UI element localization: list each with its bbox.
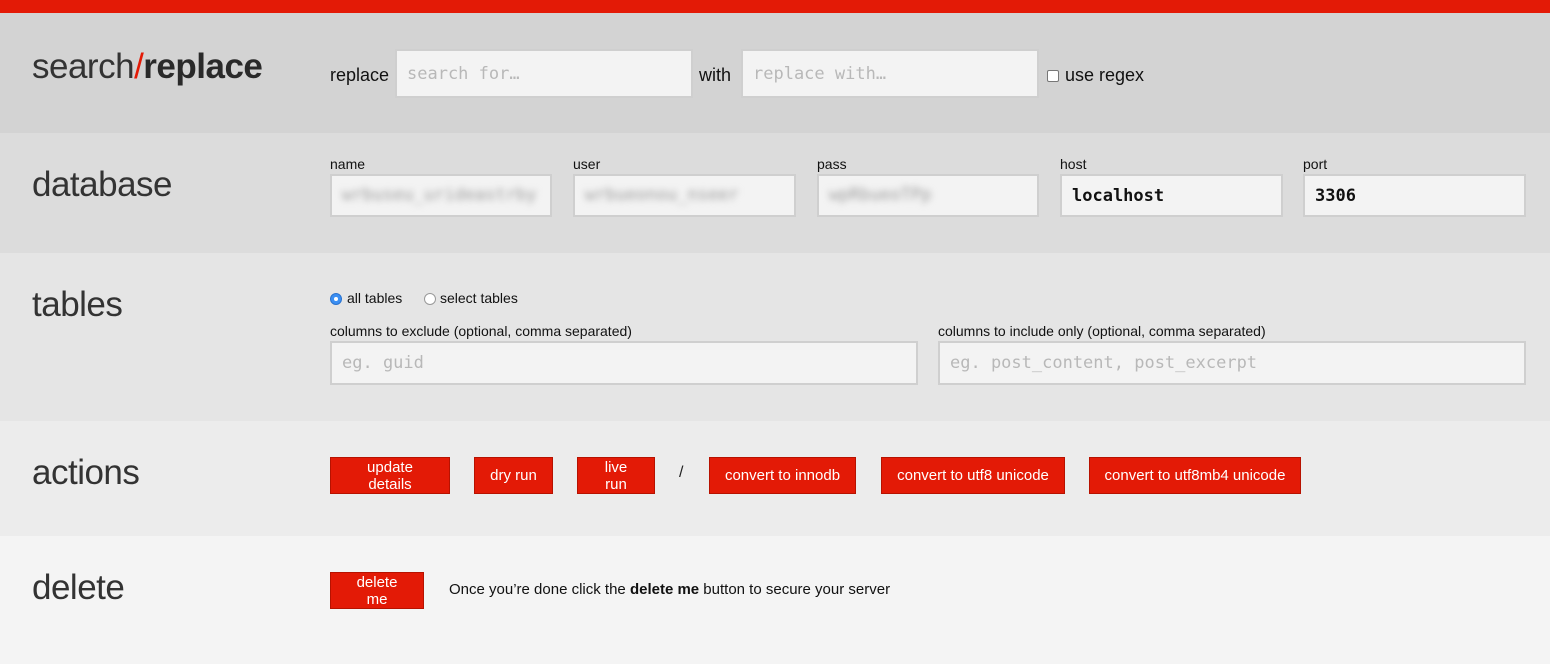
- all-tables-radio[interactable]: [330, 293, 342, 305]
- live-run-button[interactable]: live run: [577, 457, 655, 494]
- delete-section: delete delete me Once you’re done click …: [0, 536, 1550, 664]
- db-user-input[interactable]: wrbueonou_nseer: [573, 174, 796, 217]
- delete-heading: delete: [32, 568, 125, 607]
- include-columns-label: columns to include only (optional, comma…: [938, 323, 1266, 339]
- convert-utf8-button[interactable]: convert to utf8 unicode: [881, 457, 1065, 494]
- dry-run-button[interactable]: dry run: [474, 457, 553, 494]
- select-tables-radio[interactable]: [424, 293, 436, 305]
- db-pass-value: wpRbueoTPp: [829, 185, 932, 205]
- actions-separator: /: [679, 464, 684, 481]
- replace-label: replace: [330, 65, 390, 85]
- db-user-label: user: [573, 156, 601, 172]
- delete-note-before: Once you’re done click the: [449, 581, 630, 598]
- search-for-input[interactable]: [395, 49, 693, 98]
- db-name-value: wrbuseu_urideastrby: [342, 185, 537, 205]
- exclude-columns-input[interactable]: [330, 341, 918, 385]
- db-port-input[interactable]: [1303, 174, 1526, 217]
- database-section: database name wrbuseu_urideastrby user w…: [0, 133, 1550, 253]
- db-user-value: wrbueonou_nseer: [585, 185, 739, 205]
- actions-section: actions update details dry run live run …: [0, 421, 1550, 536]
- replace-with-input[interactable]: [741, 49, 1039, 98]
- delete-note-after: button to secure your server: [699, 581, 891, 598]
- use-regex-label: use regex: [1065, 65, 1145, 85]
- actions-heading: actions: [32, 453, 140, 492]
- title-suffix: replace: [143, 47, 263, 86]
- use-regex-checkbox[interactable]: [1047, 70, 1059, 82]
- db-pass-input[interactable]: wpRbueoTPp: [817, 174, 1039, 217]
- tables-section: tables all tables select tables columns …: [0, 253, 1550, 421]
- update-details-button[interactable]: update details: [330, 457, 450, 494]
- select-tables-label: select tables: [440, 290, 518, 306]
- db-host-label: host: [1060, 156, 1087, 172]
- database-heading: database: [32, 165, 173, 204]
- convert-utf8mb4-button[interactable]: convert to utf8mb4 unicode: [1089, 457, 1301, 494]
- app-title: search/replace: [32, 47, 263, 87]
- top-accent-bar: [0, 0, 1550, 13]
- title-slash: /: [134, 47, 144, 86]
- delete-note: Once you’re done click the delete me but…: [449, 581, 890, 598]
- title-prefix: search: [32, 47, 135, 86]
- with-label: with: [699, 65, 732, 85]
- search-replace-section: search/replace replace with use regex: [0, 13, 1550, 133]
- delete-note-bold: delete me: [629, 581, 700, 598]
- db-name-label: name: [330, 156, 366, 172]
- delete-me-button[interactable]: delete me: [330, 572, 424, 609]
- db-pass-label: pass: [817, 156, 847, 172]
- exclude-columns-label: columns to exclude (optional, comma sepa…: [330, 323, 632, 339]
- convert-innodb-button[interactable]: convert to innodb: [709, 457, 856, 494]
- include-columns-input[interactable]: [938, 341, 1526, 385]
- all-tables-label: all tables: [347, 290, 403, 306]
- tables-heading: tables: [32, 285, 123, 324]
- db-name-input[interactable]: wrbuseu_urideastrby: [330, 174, 552, 217]
- db-port-label: port: [1303, 156, 1328, 172]
- db-host-input[interactable]: [1060, 174, 1283, 217]
